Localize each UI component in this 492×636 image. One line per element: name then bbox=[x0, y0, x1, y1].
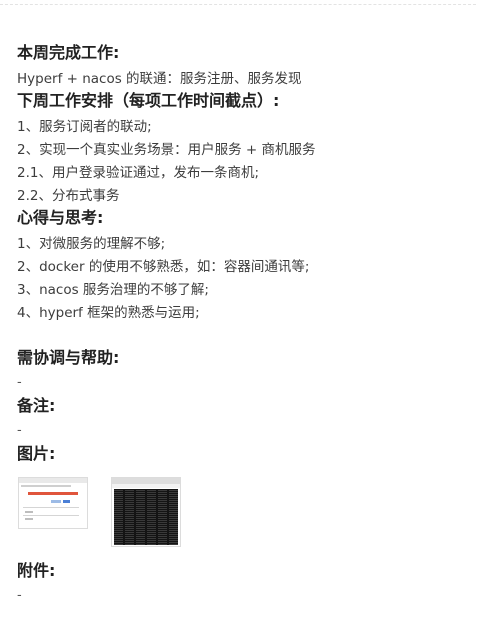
button-strip bbox=[51, 500, 61, 503]
plan-item: 1、服务订阅者的联动; bbox=[17, 119, 152, 135]
plan-item: 2.1、用户登录验证通过，发布一条商机; bbox=[17, 165, 260, 181]
plan-item: 2、实现一个真实业务场景：用户服务 + 商机服务 bbox=[17, 142, 316, 158]
thoughts-item: 4、hyperf 框架的熟悉与运用; bbox=[17, 305, 200, 321]
table-line bbox=[23, 515, 79, 516]
thoughts-heading: 心得与思考: bbox=[17, 208, 104, 227]
table-cell bbox=[25, 518, 33, 520]
plan-heading: 下周工作安排（每项工作时间截点）: bbox=[17, 91, 280, 110]
done-heading: 本周完成工作: bbox=[17, 43, 120, 62]
browser-bar bbox=[19, 478, 87, 483]
notes-heading: 备注: bbox=[17, 396, 56, 415]
table-line bbox=[23, 507, 79, 508]
image-thumbnail-web-page[interactable] bbox=[18, 477, 88, 529]
toolbar-strip bbox=[112, 484, 180, 488]
terminal-columns bbox=[114, 489, 178, 545]
images-heading: 图片: bbox=[17, 444, 56, 463]
thoughts-item: 3、nacos 服务治理的不够了解; bbox=[17, 282, 209, 298]
notes-value: - bbox=[17, 423, 22, 438]
plan-item: 2.2、分布式事务 bbox=[17, 188, 120, 204]
red-title-strip bbox=[28, 492, 78, 495]
button-strip bbox=[63, 500, 70, 503]
attachments-heading: 附件: bbox=[17, 561, 56, 580]
done-item: Hyperf + nacos 的联通：服务注册、服务发现 bbox=[17, 71, 302, 87]
help-value: - bbox=[17, 375, 22, 390]
thoughts-item: 1、对微服务的理解不够; bbox=[17, 236, 166, 252]
nav-strip bbox=[21, 485, 71, 487]
table-cell bbox=[25, 511, 33, 513]
top-divider bbox=[0, 4, 476, 5]
image-thumbnail-terminal[interactable] bbox=[111, 477, 181, 547]
thoughts-item: 2、docker 的使用不够熟悉，如：容器间通讯等; bbox=[17, 259, 310, 275]
help-heading: 需协调与帮助: bbox=[17, 348, 120, 367]
attachments-value: - bbox=[17, 588, 22, 603]
